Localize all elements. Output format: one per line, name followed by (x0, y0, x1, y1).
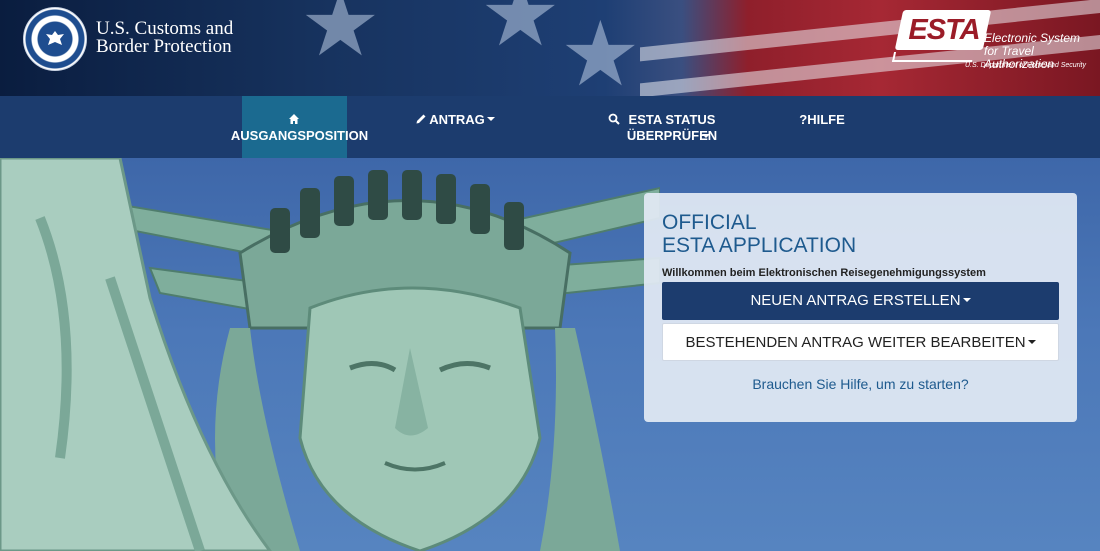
nav-item-application[interactable]: ANTRAG (410, 96, 500, 158)
nav-item-label: HILFE (807, 112, 845, 127)
chevron-down-icon (702, 134, 710, 138)
flag-star-decoration: ★ (560, 5, 641, 96)
nav-item-home[interactable]: AUSGANGSPOSITION (231, 96, 368, 158)
esta-logo-dhs: U.S. Department of Homeland Security (965, 62, 1086, 69)
statue-of-liberty-image (0, 158, 660, 551)
esta-logo-underline (891, 52, 975, 62)
agency-name[interactable]: U.S. Customs and Border Protection (96, 19, 266, 56)
nav-item-label: ESTA STATUS ÜBERPRÜFEN (626, 112, 718, 143)
esta-logo-text: ESTA (908, 14, 980, 46)
panel-title-line2: ESTA APPLICATION (662, 234, 857, 257)
chevron-down-icon (1027, 340, 1036, 344)
continue-application-label: BESTEHENDEN ANTRAG WEITER BEARBEITEN (685, 334, 1026, 351)
dhs-seal-logo[interactable] (23, 7, 87, 71)
flag-star-decoration: ★ (300, 0, 381, 75)
esta-application-panel: OFFICIAL ESTA APPLICATION Willkommen bei… (644, 193, 1077, 422)
nav-item-help[interactable]: ?HILFE (790, 96, 854, 158)
main-navigation: AUSGANGSPOSITION ANTRAG ESTA STATUS ÜBER… (0, 96, 1100, 158)
eagle-icon (46, 31, 64, 45)
new-application-button[interactable]: NEUEN ANTRAG ERSTELLEN (662, 282, 1059, 320)
help-link[interactable]: Brauchen Sie Hilfe, um zu starten? (662, 376, 1059, 392)
chevron-down-icon (486, 117, 495, 121)
question-icon: ? (799, 112, 808, 127)
nav-item-esta-status[interactable]: ESTA STATUS ÜBERPRÜFEN (600, 96, 730, 158)
flag-star-decoration: ★ (480, 0, 561, 65)
nav-item-label: AUSGANGSPOSITION (230, 128, 369, 143)
site-header: ★ ★ ★ U.S. Customs and Border Protection… (0, 0, 1100, 96)
chevron-down-icon (962, 298, 971, 302)
welcome-text: Willkommen beim Elektronischen Reisegene… (662, 267, 986, 279)
panel-title: OFFICIAL ESTA APPLICATION (662, 211, 1062, 257)
search-icon (608, 113, 620, 125)
panel-title-line1: OFFICIAL (662, 211, 757, 234)
home-icon (288, 114, 299, 124)
nav-item-label: ANTRAG (429, 112, 485, 127)
continue-application-button[interactable]: BESTEHENDEN ANTRAG WEITER BEARBEITEN (662, 323, 1059, 361)
pencil-icon (416, 114, 426, 124)
new-application-label: NEUEN ANTRAG ERSTELLEN (750, 292, 961, 309)
esta-logo[interactable]: ESTA Electronic System for Travel Author… (891, 8, 1098, 76)
